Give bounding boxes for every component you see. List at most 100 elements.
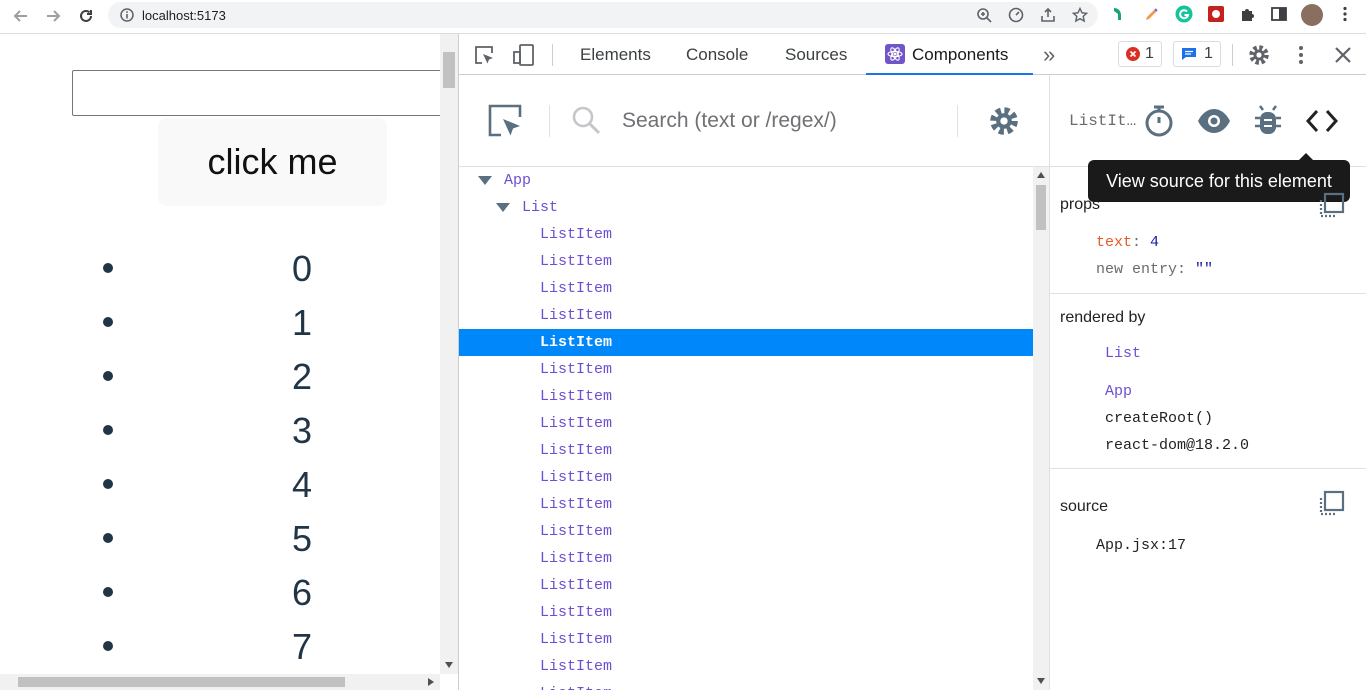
text-input[interactable] (72, 70, 444, 116)
tab-console[interactable]: Console (686, 34, 748, 75)
prop-separator: : (1177, 261, 1196, 278)
vertical-scroll-thumb[interactable] (443, 52, 455, 88)
site-info-icon[interactable] (120, 8, 134, 27)
tree-node[interactable]: ListItem (459, 599, 1033, 626)
back-icon[interactable] (8, 4, 34, 28)
extension-bird-icon[interactable] (1110, 5, 1128, 23)
tree-node[interactable]: ListItem (459, 572, 1033, 599)
components-settings-icon[interactable] (987, 104, 1021, 143)
horizontal-scroll-thumb[interactable] (18, 677, 345, 687)
tree-node-label: ListItem (540, 415, 613, 432)
messages-badge[interactable]: 1 (1173, 41, 1221, 67)
profile-avatar[interactable] (1301, 4, 1323, 26)
tree-scrollbar[interactable] (1033, 167, 1049, 690)
list-item: 7 (0, 620, 440, 674)
tab-sources[interactable]: Sources (785, 34, 847, 75)
tree-node[interactable]: ListItem (459, 356, 1033, 383)
inspect-element-icon[interactable] (473, 44, 495, 71)
tree-node[interactable]: ListItem (459, 491, 1033, 518)
tree-node[interactable]: ListItem (459, 464, 1033, 491)
performance-icon[interactable] (1008, 7, 1024, 28)
rendered-by-link[interactable]: App (1105, 383, 1132, 400)
expand-triangle-icon[interactable] (496, 203, 510, 212)
copy-source-icon[interactable] (1317, 490, 1345, 523)
source-location[interactable]: App.jsx:17 (1096, 537, 1186, 554)
list-item-value: 5 (291, 518, 313, 559)
share-icon[interactable] (1040, 7, 1056, 28)
tree-node[interactable]: ListItem (459, 653, 1033, 680)
tab-elements[interactable]: Elements (580, 34, 651, 75)
address-bar[interactable]: localhost:5173 (108, 2, 1098, 28)
prop-value[interactable]: 4 (1150, 234, 1159, 251)
zoom-icon[interactable] (976, 7, 992, 28)
prop-row[interactable]: new entry: "" (1096, 261, 1213, 278)
extension-red-icon[interactable] (1207, 5, 1225, 23)
prop-value[interactable]: "" (1195, 261, 1213, 278)
expand-triangle-icon[interactable] (478, 176, 492, 185)
side-panel-icon[interactable] (1270, 5, 1288, 23)
prop-row[interactable]: text: 4 (1096, 234, 1159, 251)
more-tabs-button[interactable]: » (1043, 34, 1055, 75)
bug-icon[interactable] (1254, 104, 1282, 143)
tree-node-label: ListItem (540, 226, 613, 243)
tree-node[interactable]: ListItem (459, 545, 1033, 572)
tree-node[interactable]: ListItem (459, 626, 1033, 653)
stopwatch-icon[interactable] (1143, 104, 1175, 143)
bullet-icon (103, 425, 113, 435)
devtools-settings-icon[interactable] (1247, 43, 1271, 72)
search-divider (549, 105, 550, 137)
grammarly-icon[interactable] (1175, 5, 1193, 23)
tree-node[interactable]: ListItem (459, 383, 1033, 410)
tree-node[interactable]: App (459, 167, 1033, 194)
list-item-value: 2 (291, 356, 313, 397)
list-item-value: 3 (291, 410, 313, 451)
browser-menu-icon[interactable] (1336, 5, 1354, 23)
list-item-value: 1 (291, 302, 313, 343)
rendered-by-entry: createRoot() (1105, 410, 1214, 427)
scroll-down-arrow-icon[interactable] (445, 662, 453, 668)
tree-node[interactable]: ListItem (459, 410, 1033, 437)
eye-icon[interactable] (1197, 108, 1231, 139)
tab-components[interactable]: Components (866, 34, 1033, 75)
list-item-value: 0 (291, 248, 313, 289)
extension-pen-icon[interactable] (1143, 5, 1161, 23)
tree-node-label: ListItem (540, 280, 613, 297)
scroll-right-arrow-icon[interactable] (428, 678, 434, 686)
reload-icon[interactable] (73, 4, 99, 28)
tree-node-label: ListItem (540, 604, 613, 621)
scroll-up-arrow-icon[interactable] (1037, 172, 1045, 178)
tree-node[interactable]: ListItem (459, 302, 1033, 329)
tree-node[interactable]: ListItem (459, 680, 1033, 690)
component-search-input[interactable]: Search (text or /regex/) (622, 109, 837, 133)
view-source-icon[interactable] (1305, 109, 1339, 138)
device-toolbar-icon[interactable] (512, 43, 536, 72)
close-devtools-icon[interactable] (1333, 45, 1353, 70)
select-element-icon[interactable] (487, 103, 523, 144)
forward-icon[interactable] (40, 4, 66, 28)
tree-node[interactable]: ListItem (459, 329, 1033, 356)
page-vertical-scrollbar[interactable] (440, 34, 458, 674)
tree-node[interactable]: ListItem (459, 518, 1033, 545)
click-me-button[interactable]: click me (158, 118, 387, 206)
section-divider (1050, 468, 1366, 469)
copy-props-icon[interactable] (1317, 192, 1345, 225)
tree-node[interactable]: ListItem (459, 248, 1033, 275)
error-badge[interactable]: 1 (1118, 41, 1162, 67)
list-item: 6 (0, 566, 440, 620)
devtools-menu-icon[interactable] (1291, 45, 1311, 70)
section-divider (1050, 293, 1366, 294)
tree-scroll-thumb[interactable] (1036, 185, 1046, 230)
extensions-puzzle-icon[interactable] (1239, 5, 1257, 23)
prop-key: new entry (1096, 261, 1178, 278)
tree-node[interactable]: ListItem (459, 437, 1033, 464)
scroll-down-arrow-icon[interactable] (1037, 678, 1045, 684)
list-item: 4 (0, 458, 440, 512)
tree-node[interactable]: List (459, 194, 1033, 221)
tree-node-label: List (522, 199, 559, 216)
tree-node[interactable]: ListItem (459, 275, 1033, 302)
view-source-tooltip: View source for this element (1088, 160, 1350, 202)
bookmark-star-icon[interactable] (1071, 6, 1089, 28)
rendered-by-link[interactable]: List (1105, 345, 1141, 362)
tree-node[interactable]: ListItem (459, 221, 1033, 248)
page-horizontal-scrollbar[interactable] (0, 674, 440, 690)
